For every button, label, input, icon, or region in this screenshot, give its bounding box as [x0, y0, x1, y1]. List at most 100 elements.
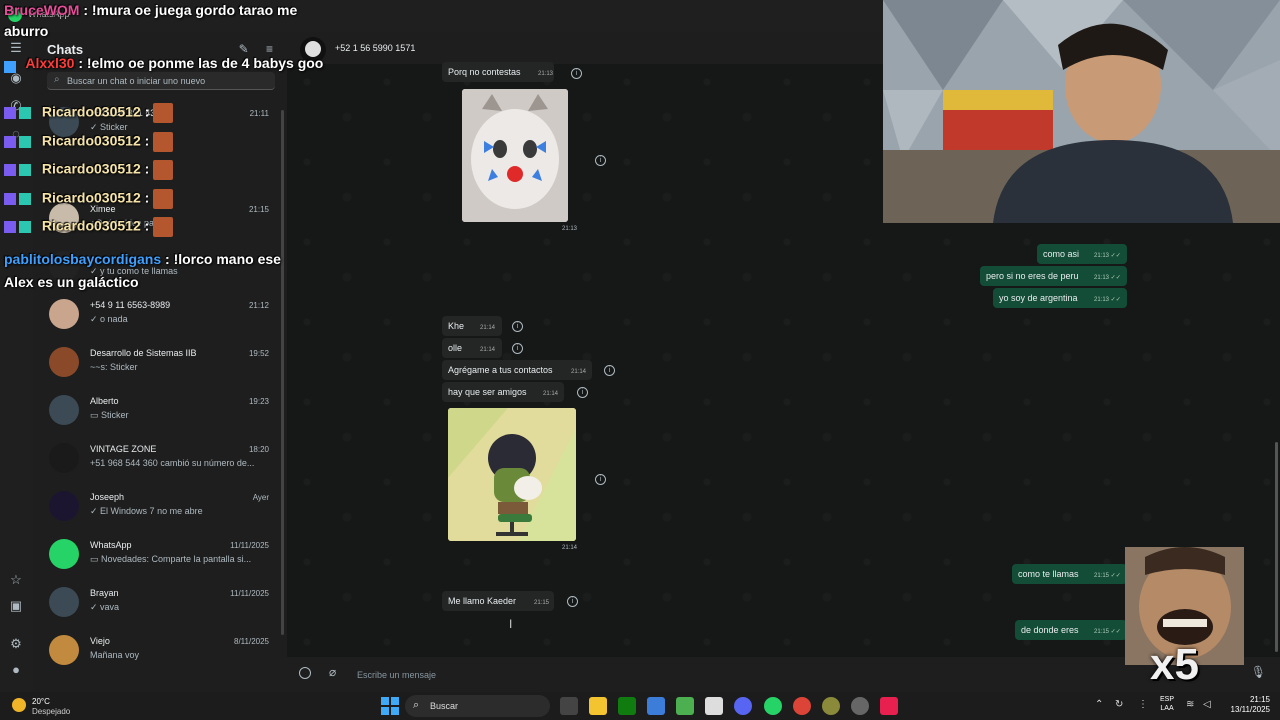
stream-chat-username: Ricardo030512 [41, 103, 141, 120]
store-icon[interactable] [647, 697, 665, 715]
info-icon[interactable]: i [595, 155, 606, 166]
weather-condition: Despejado [32, 707, 71, 716]
settings-icon[interactable]: ⚙ [8, 636, 24, 652]
stream-chat-text: : [144, 217, 150, 234]
chat-item-preview: +51 968 544 360 cambió su número de... [90, 458, 255, 468]
stream-chat-text: : !elmo oe ponme las de 4 babys goo [78, 55, 324, 71]
chat-item-name: WhatsApp [90, 540, 132, 550]
app-icon[interactable] [822, 697, 840, 715]
clock-date: 13/11/2025 [1230, 705, 1270, 714]
task-view-icon[interactable] [560, 697, 578, 715]
wifi-icon[interactable]: ≋ [1186, 699, 1194, 710]
anime-sticker-image[interactable] [448, 408, 576, 541]
chat-item[interactable]: VINTAGE ZONE 18:20 +51 968 544 360 cambi… [33, 434, 279, 482]
stream-chat-message: Ricardo030512 : [4, 160, 174, 180]
info-icon[interactable]: i [604, 365, 615, 376]
message-time-text: 21:13 [1094, 297, 1110, 303]
message-bubble-outgoing[interactable]: yo soy de argentina 21:13 ✓✓ [993, 288, 1127, 308]
info-icon[interactable]: i [577, 387, 588, 398]
emoji-icon[interactable] [299, 667, 311, 679]
chat-item[interactable]: Joseeph Ayer ✓ El Windows 7 no me abre [33, 482, 279, 530]
message-bubble-incoming[interactable]: Khe 21:14 [442, 316, 502, 336]
message-text: Khe [448, 321, 465, 331]
message-bubble-outgoing[interactable]: como te llamas 21:15 ✓✓ [1012, 564, 1127, 584]
whatsapp-taskbar-icon[interactable] [764, 697, 782, 715]
contact-name[interactable]: +52 1 56 5990 1571 [335, 43, 415, 53]
message-text: olle [448, 343, 463, 353]
info-icon[interactable]: i [595, 474, 606, 485]
chrome-icon[interactable] [793, 697, 811, 715]
tray-chevron-icon[interactable]: ⌃ [1095, 699, 1103, 710]
notepad-icon[interactable] [705, 697, 723, 715]
info-icon[interactable]: i [571, 68, 582, 79]
taskbar-search[interactable]: ⌕ Buscar [405, 695, 550, 717]
chat-item-name: Alberto [90, 396, 119, 406]
chat-item[interactable]: WhatsApp 11/11/2025 ▭ Novedades: Compart… [33, 530, 279, 578]
message-bubble-incoming[interactable]: Porq no contestas 21:13 [442, 62, 554, 82]
minecraft-icon[interactable] [676, 697, 694, 715]
windows-taskbar: 20°C Despejado ⌕ Buscar ⌃ ↻ ⋮ ESP LAA ≋ … [0, 692, 1280, 720]
emote-icon [153, 217, 174, 237]
message-bubble-incoming[interactable]: Agrégame a tus contactos 21:14 [442, 360, 592, 380]
language-indicator[interactable]: ESP LAA [1160, 695, 1174, 713]
tray-sync-icon[interactable]: ↻ [1115, 699, 1123, 710]
file-explorer-icon[interactable] [589, 697, 607, 715]
system-clock[interactable]: 21:15 13/11/2025 [1222, 695, 1270, 715]
volume-icon[interactable]: ◁ [1203, 699, 1211, 710]
message-bubble-incoming[interactable]: Me llamo Kaeder 21:15 [442, 591, 554, 611]
obs-icon[interactable] [851, 697, 869, 715]
cat-sticker-image[interactable] [462, 89, 568, 222]
message-bubble-incoming[interactable]: hay que ser amigos 21:14 [442, 382, 564, 402]
chat-list-scrollbar[interactable] [281, 110, 284, 635]
message-input[interactable] [357, 663, 1207, 687]
chat-item-preview-text: o nada [100, 314, 128, 324]
starred-icon[interactable]: ☆ [8, 572, 24, 588]
emote-icon [153, 160, 174, 180]
chat-item-time: 19:23 [248, 397, 269, 406]
tray-mic-icon[interactable]: ⋮ [1138, 699, 1148, 710]
conversation-scrollbar[interactable] [1275, 442, 1278, 652]
message-time: 21:13 ✓✓ [1094, 253, 1121, 259]
stream-chat-username: Ricardo030512 [41, 217, 141, 234]
keyboard-layout: LAA [1160, 705, 1174, 712]
chat-item-name: Joseeph [90, 492, 125, 502]
xbox-icon[interactable] [618, 697, 636, 715]
message-bubble-outgoing[interactable]: pero si no eres de peru 21:13 ✓✓ [980, 266, 1127, 286]
weather-sun-icon [12, 698, 26, 712]
message-time: 21:13 ✓✓ [1094, 275, 1121, 281]
chat-item-preview-text: Novedades: Comparte la pantalla si... [101, 554, 252, 564]
chat-search-input[interactable] [67, 72, 267, 90]
chat-item[interactable]: Viejo 8/11/2025 Mañana voy [33, 626, 279, 674]
whatsapp-avatar [49, 539, 79, 569]
info-icon[interactable]: i [567, 596, 578, 607]
badge-icon [4, 192, 38, 206]
chat-item[interactable]: Brayan 11/11/2025 ✓ vava [33, 578, 279, 626]
microphone-icon[interactable]: 🎙 [1251, 665, 1266, 679]
chat-item-time: 11/11/2025 [230, 541, 269, 550]
profile-icon[interactable]: ● [8, 662, 24, 678]
attach-icon[interactable]: ⌀ [329, 665, 336, 679]
chat-item[interactable]: Desarrollo de Sistemas IIB 19:52 ~~s: St… [33, 338, 279, 386]
multiplier-label: x5 [1150, 640, 1199, 689]
webcam-overlay [883, 0, 1280, 223]
tiktok-icon[interactable] [880, 697, 898, 715]
chat-item[interactable]: Alberto 19:23 ▭ Sticker [33, 386, 279, 434]
emote-icon [153, 103, 174, 123]
chat-search-box[interactable]: ⌕ [47, 72, 275, 90]
stream-chat-message: Ricardo030512 : [4, 189, 174, 209]
message-bubble-incoming[interactable]: olle 21:14 [442, 338, 502, 358]
chat-item-preview: Mañana voy [90, 650, 140, 660]
message-time: 21:14 [543, 391, 559, 397]
message-bubble-outgoing[interactable]: como asi 21:13 ✓✓ [1037, 244, 1127, 264]
discord-icon[interactable] [734, 697, 752, 715]
message-bubble-outgoing[interactable]: de donde eres 21:15 ✓✓ [1015, 620, 1127, 640]
chat-item-preview: ✓ o nada [90, 314, 128, 324]
info-icon[interactable]: i [512, 343, 523, 354]
archived-icon[interactable]: ▣ [8, 598, 24, 614]
badge-icon [4, 57, 22, 74]
start-button[interactable] [381, 697, 399, 715]
chat-item[interactable]: +54 9 11 6563-8989 21:12 ✓ o nada [33, 290, 279, 338]
info-icon[interactable]: i [512, 321, 523, 332]
stream-chat-username: BruceWOM [4, 2, 80, 18]
message-time: 21:13 [538, 71, 554, 77]
